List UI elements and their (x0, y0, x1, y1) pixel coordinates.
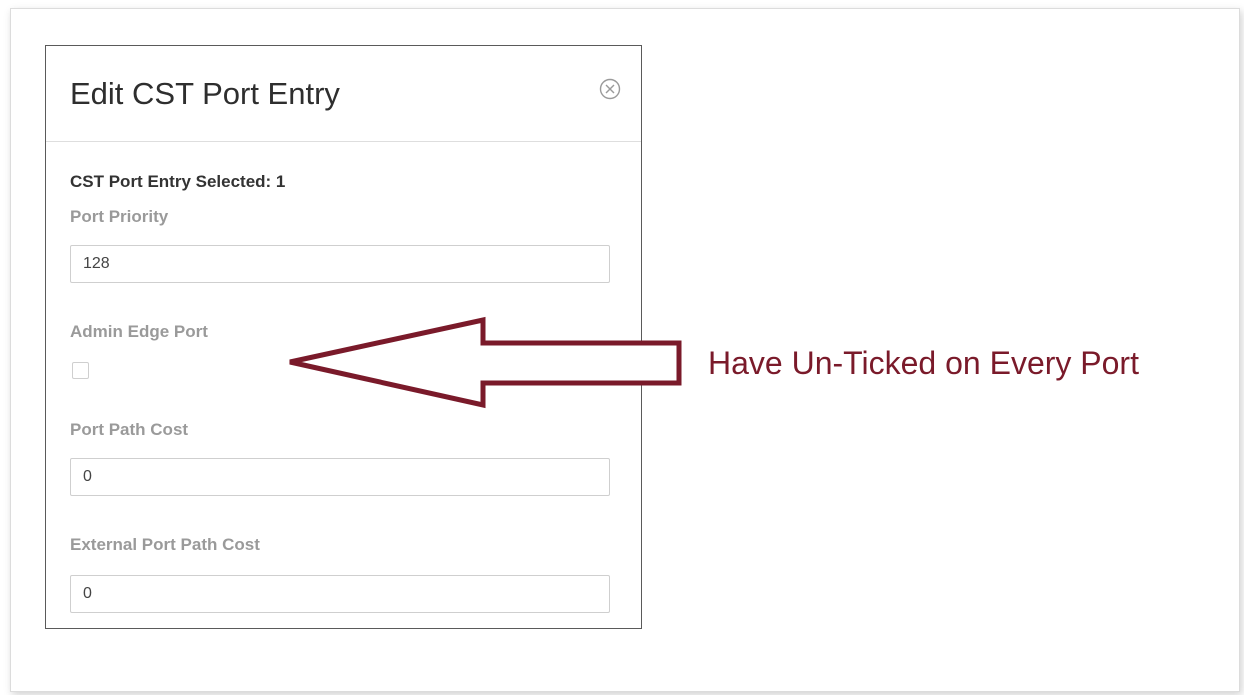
dialog-title: Edit CST Port Entry (70, 76, 340, 111)
admin-edge-port-label: Admin Edge Port (70, 322, 208, 341)
close-button[interactable] (599, 78, 621, 100)
external-port-path-cost-input[interactable] (70, 575, 610, 613)
port-path-cost-input[interactable] (70, 458, 610, 496)
admin-edge-port-checkbox[interactable] (72, 362, 89, 379)
close-circle-icon (599, 78, 621, 100)
external-port-path-cost-label: External Port Path Cost (70, 535, 260, 554)
port-priority-label: Port Priority (70, 207, 169, 226)
port-priority-input[interactable] (70, 245, 610, 283)
selected-count-label: CST Port Entry Selected: 1 (70, 172, 286, 191)
annotation-text: Have Un-Ticked on Every Port (708, 345, 1139, 381)
port-path-cost-label: Port Path Cost (70, 420, 189, 439)
dialog-header: Edit CST Port Entry (46, 46, 641, 142)
left-arrow-icon (289, 316, 682, 409)
